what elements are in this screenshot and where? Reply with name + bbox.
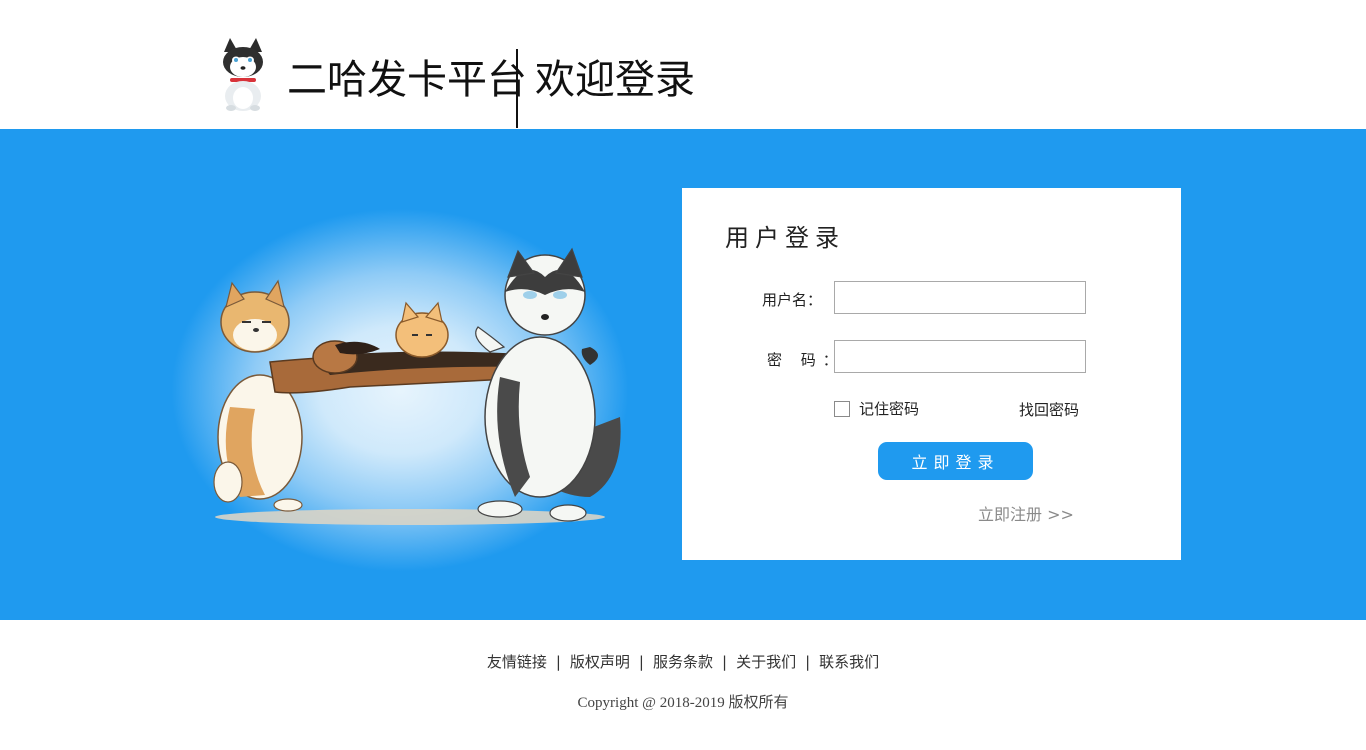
footer-separator: | (555, 653, 561, 671)
username-input[interactable] (834, 281, 1086, 314)
banner: 用户登录 用户名： 密 码： 记住密码 找回密码 立即登录 立即注册 >> (0, 129, 1366, 620)
footer-separator: | (805, 653, 811, 671)
footer-link-copyright[interactable]: 版权声明 (570, 653, 630, 671)
header: 二哈发卡平台 欢迎登录 (0, 0, 1366, 129)
footer-link-about[interactable]: 关于我们 (736, 653, 796, 671)
header-divider (516, 49, 518, 128)
forgot-password-link[interactable]: 找回密码 (1019, 399, 1079, 420)
footer-links: 友情链接 | 版权声明 | 服务条款 | 关于我们 | 联系我们 (0, 651, 1366, 672)
password-input[interactable] (834, 340, 1086, 373)
username-label: 用户名： (762, 291, 823, 309)
login-card: 用户登录 用户名： 密 码： 记住密码 找回密码 立即登录 立即注册 >> (682, 188, 1181, 560)
cartoon-dogs-image (213, 247, 621, 525)
footer-separator: | (722, 653, 728, 671)
husky-logo-icon (223, 38, 263, 111)
footer-link-contact[interactable]: 联系我们 (819, 653, 879, 671)
login-title: 用户登录 (725, 224, 845, 252)
footer-separator: | (638, 653, 644, 671)
site-name: 二哈发卡平台 (287, 57, 527, 103)
register-link[interactable]: 立即注册 >> (978, 501, 1074, 525)
welcome-title: 欢迎登录 (535, 57, 695, 103)
footer-link-friends[interactable]: 友情链接 (487, 653, 547, 671)
remember-password[interactable]: 记住密码 (834, 398, 919, 419)
remember-checkbox[interactable] (834, 400, 850, 417)
copyright-text: Copyright @ 2018-2019 版权所有 (577, 695, 789, 711)
footer-link-terms[interactable]: 服务条款 (653, 653, 713, 671)
login-button[interactable]: 立即登录 (878, 442, 1033, 480)
remember-label: 记住密码 (859, 400, 920, 418)
dogs-illustration (120, 177, 680, 587)
